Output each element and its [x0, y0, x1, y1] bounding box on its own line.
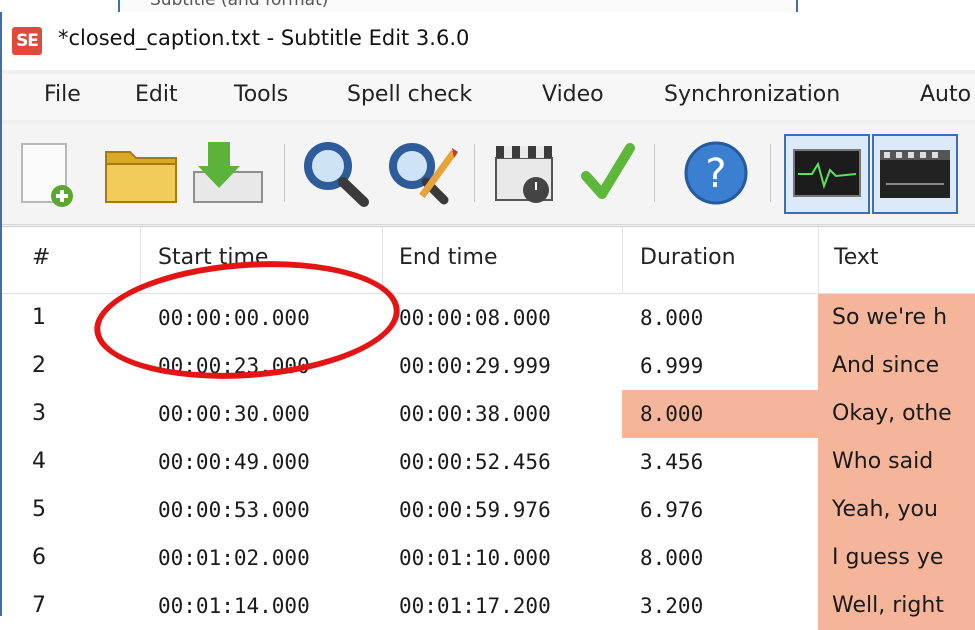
header-text[interactable]: Text	[834, 245, 879, 270]
toolbar: ?	[2, 124, 975, 225]
column-divider[interactable]	[622, 227, 623, 293]
column-divider[interactable]	[140, 227, 141, 293]
menu-auto[interactable]: Auto	[920, 82, 971, 107]
table-row[interactable]: 5 00:00:53.000 00:00:59.976 6.976 Yeah, you	[2, 486, 975, 534]
help-icon[interactable]: ?	[680, 138, 752, 208]
cell-start-time[interactable]: 00:00:49.000	[140, 438, 382, 486]
cell-duration[interactable]: 8.000	[622, 534, 818, 582]
table-row[interactable]: 4 00:00:49.000 00:00:52.456 3.456 Who said	[2, 438, 975, 486]
header-duration[interactable]: Duration	[640, 245, 736, 270]
window-title: *closed_caption.txt - Subtitle Edit 3.6.…	[58, 26, 470, 50]
table-row[interactable]: 7 00:01:14.000 00:01:17.200 3.200 Well, righ…	[2, 582, 975, 630]
menu-file[interactable]: File	[44, 82, 81, 107]
menu-tools[interactable]: Tools	[234, 82, 288, 107]
cell-number[interactable]: 7	[32, 582, 132, 630]
toolbar-separator	[770, 144, 771, 202]
video-player-icon[interactable]	[872, 134, 958, 214]
column-divider[interactable]	[818, 227, 819, 293]
cell-duration[interactable]: 3.200	[622, 582, 818, 630]
header-number[interactable]: #	[32, 245, 50, 270]
cell-end-time[interactable]: 00:00:38.000	[382, 390, 622, 438]
cell-end-time[interactable]: 00:01:17.200	[382, 582, 622, 630]
cell-text[interactable]: Well, right	[818, 582, 975, 630]
menu-bar: File Edit Tools Spell check Video Synchr…	[2, 74, 975, 120]
background-window-text: Subtitle (and format)	[150, 0, 329, 10]
cell-end-time[interactable]: 00:00:59.976	[382, 486, 622, 534]
menu-video[interactable]: Video	[542, 82, 604, 107]
cell-duration[interactable]: 3.456	[622, 438, 818, 486]
column-divider[interactable]	[382, 227, 383, 293]
cell-text[interactable]: Okay, othe	[818, 390, 975, 438]
spell-check-icon[interactable]	[580, 138, 636, 208]
cell-start-time[interactable]: 00:00:30.000	[140, 390, 382, 438]
cell-text[interactable]: Yeah, you	[818, 486, 975, 534]
cell-text[interactable]: And since	[818, 342, 975, 390]
cell-number[interactable]: 3	[32, 390, 132, 438]
cell-end-time[interactable]: 00:01:10.000	[382, 534, 622, 582]
save-download-icon[interactable]	[190, 138, 266, 208]
cell-text[interactable]: I guess ye	[818, 534, 975, 582]
cell-duration[interactable]: 6.999	[622, 342, 818, 390]
menu-spell-check[interactable]: Spell check	[347, 82, 472, 107]
menu-edit[interactable]: Edit	[135, 82, 178, 107]
cell-number[interactable]: 6	[32, 534, 132, 582]
cell-start-time[interactable]: 00:01:14.000	[140, 582, 382, 630]
waveform-icon[interactable]	[784, 134, 870, 214]
cell-text[interactable]: So we're h	[818, 294, 975, 342]
menu-synchronization[interactable]: Synchronization	[664, 82, 840, 107]
title-bar: SE *closed_caption.txt - Subtitle Edit 3…	[2, 12, 975, 70]
visual-sync-icon[interactable]	[490, 138, 562, 208]
cell-number[interactable]: 5	[32, 486, 132, 534]
cell-end-time[interactable]: 00:00:52.456	[382, 438, 622, 486]
table-row[interactable]: 3 00:00:30.000 00:00:38.000 8.000 Okay, othe	[2, 390, 975, 438]
header-end-time[interactable]: End time	[399, 245, 498, 270]
subtitle-edit-app-icon[interactable]: SE	[12, 27, 42, 55]
new-file-icon[interactable]	[16, 138, 78, 208]
cell-duration[interactable]: 8.000	[622, 390, 818, 438]
cell-start-time[interactable]: 00:01:02.000	[140, 534, 382, 582]
cell-end-time[interactable]: 00:00:08.000	[382, 294, 622, 342]
toolbar-separator	[654, 144, 655, 202]
toolbar-separator	[474, 144, 475, 202]
cell-duration[interactable]: 8.000	[622, 294, 818, 342]
cell-start-time[interactable]: 00:00:53.000	[140, 486, 382, 534]
cell-number[interactable]: 4	[32, 438, 132, 486]
svg-text:?: ?	[705, 151, 726, 197]
find-icon[interactable]	[298, 138, 372, 208]
replace-icon[interactable]	[384, 138, 460, 208]
cell-end-time[interactable]: 00:00:29.999	[382, 342, 622, 390]
toolbar-separator	[284, 144, 285, 202]
cell-duration[interactable]: 6.976	[622, 486, 818, 534]
open-folder-icon[interactable]	[102, 138, 180, 208]
table-row[interactable]: 6 00:01:02.000 00:01:10.000 8.000 I guess ye	[2, 534, 975, 582]
cell-text[interactable]: Who said	[818, 438, 975, 486]
